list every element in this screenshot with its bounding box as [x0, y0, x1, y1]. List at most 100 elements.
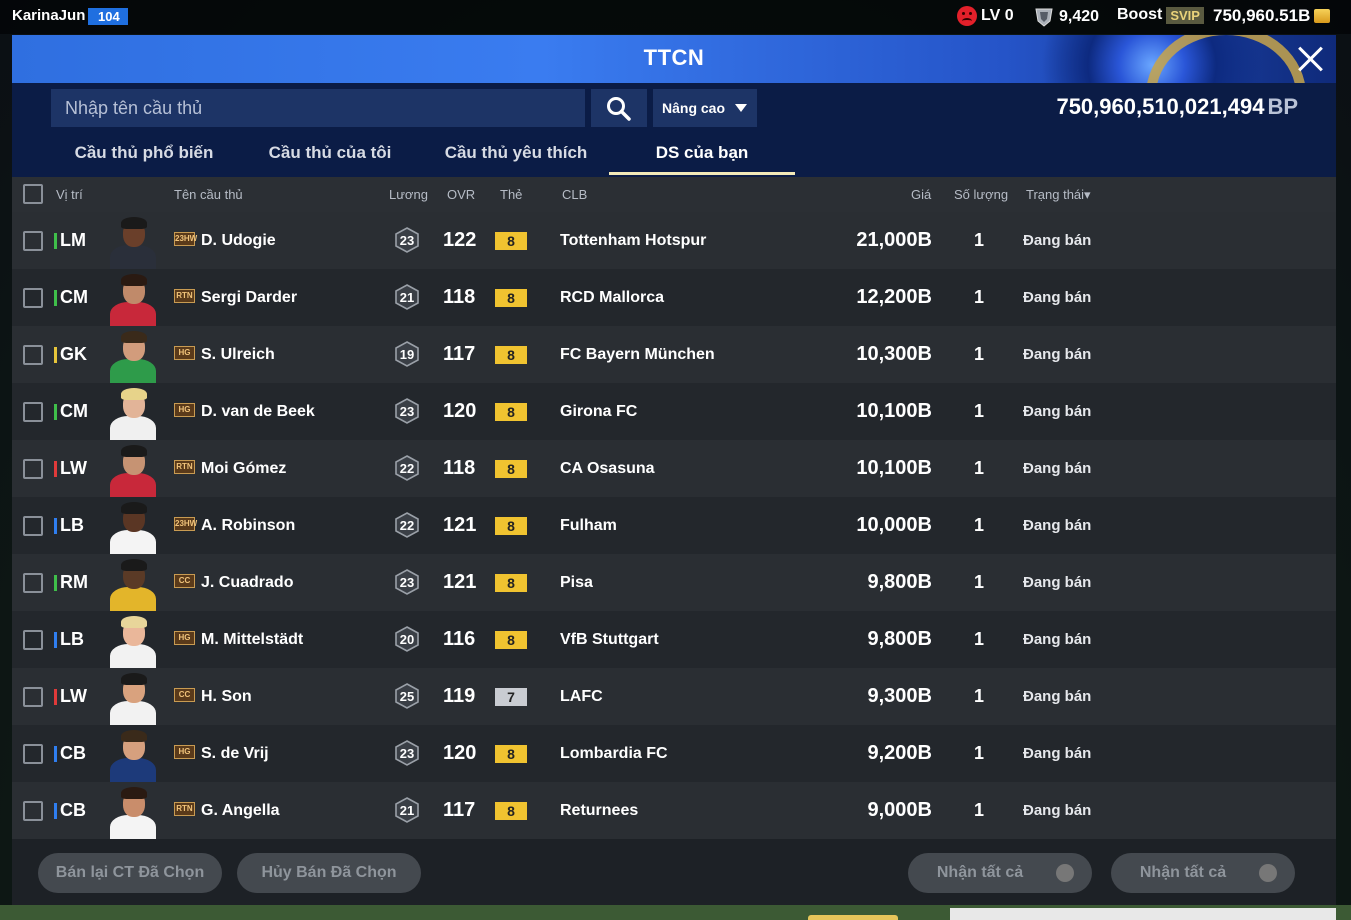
tab-popular-players[interactable]: Cầu thủ phổ biến	[54, 143, 234, 163]
salary-badge: 23	[394, 398, 420, 424]
price-value: 10,000B	[856, 514, 932, 536]
season-badge-icon: RTN	[174, 289, 195, 303]
col-status[interactable]: Trạng thái▾	[1026, 187, 1091, 203]
row-checkbox[interactable]	[23, 288, 43, 308]
player-name[interactable]: D. van de Beek	[201, 403, 315, 421]
search-button[interactable]	[591, 89, 647, 127]
trophy-stat[interactable]: 9,420	[1033, 6, 1099, 28]
table-row[interactable]: RM CC J. Cuadrado 23 121 8 Pisa 9,800B 1…	[12, 554, 1336, 611]
coin-stat[interactable]: 750,960.51B	[1213, 6, 1331, 26]
table-row[interactable]: LW CC H. Son 25 119 7 LAFC 9,300B 1 Đang…	[12, 668, 1336, 725]
player-name[interactable]: S. Ulreich	[201, 346, 275, 364]
position-color-bar	[54, 461, 57, 477]
table-row[interactable]: LB HG M. Mittelstädt 20 116 8 VfB Stuttg…	[12, 611, 1336, 668]
player-name[interactable]: H. Son	[201, 688, 252, 706]
row-checkbox[interactable]	[23, 459, 43, 479]
position-text: CB	[60, 743, 86, 763]
row-checkbox[interactable]	[23, 687, 43, 707]
ovr-value: 120	[443, 742, 477, 764]
lv-label: LV 0	[981, 7, 1014, 24]
price-value: 9,800B	[867, 628, 933, 650]
advanced-filter-dropdown[interactable]: Nâng cao	[653, 89, 757, 127]
background-footer	[0, 905, 1351, 920]
resell-selected-button[interactable]: Bán lại CT Đã Chọn	[38, 853, 222, 893]
upgrade-grade-badge: 8	[495, 745, 527, 763]
quantity-value: 1	[974, 401, 985, 421]
col-price[interactable]: Giá	[911, 187, 931, 202]
row-checkbox[interactable]	[23, 573, 43, 593]
col-quantity[interactable]: Số lượng	[954, 187, 1008, 202]
player-name[interactable]: J. Cuadrado	[201, 574, 293, 592]
col-name[interactable]: Tên cầu thủ	[174, 187, 243, 202]
row-checkbox[interactable]	[23, 231, 43, 251]
upgrade-grade-badge: 7	[495, 688, 527, 706]
close-button[interactable]	[1292, 41, 1328, 77]
salary-value: 20	[399, 632, 415, 647]
salary-badge: 21	[394, 284, 420, 310]
player-name[interactable]: D. Udogie	[201, 232, 276, 250]
table-row[interactable]: LW RTN Moi Gómez 22 118 8 CA Osasuna 10,…	[12, 440, 1336, 497]
position-text: LW	[60, 458, 87, 478]
position-text: CB	[60, 800, 86, 820]
table-row[interactable]: GK HG S. Ulreich 19 117 8 FC Bayern Münc…	[12, 326, 1336, 383]
player-avatar	[106, 500, 160, 554]
col-club[interactable]: CLB	[562, 187, 587, 202]
row-checkbox[interactable]	[23, 801, 43, 821]
position-color-bar	[54, 746, 57, 762]
player-name[interactable]: S. de Vrij	[201, 745, 269, 763]
row-checkbox[interactable]	[23, 516, 43, 536]
boost-stat[interactable]: Boost SVIP	[1117, 6, 1204, 24]
select-all-checkbox[interactable]	[23, 184, 43, 204]
cancel-selected-button[interactable]: Hủy Bán Đã Chọn	[237, 853, 421, 893]
player-name[interactable]: G. Angella	[201, 802, 280, 820]
player-avatar	[106, 671, 160, 725]
player-avatar	[106, 728, 160, 782]
status-text: Đang bán	[1023, 574, 1092, 591]
col-salary[interactable]: Lương	[389, 187, 428, 202]
player-name[interactable]: A. Robinson	[201, 517, 295, 535]
user-name[interactable]: KarinaJun	[12, 7, 85, 24]
table-row[interactable]: LM 23HW D. Udogie 23 122 8 Tottenham Hot…	[12, 212, 1336, 269]
tab-my-players[interactable]: Cầu thủ của tôi	[240, 143, 420, 163]
salary-value: 23	[399, 404, 415, 419]
table-row[interactable]: CM HG D. van de Beek 23 120 8 Girona FC …	[12, 383, 1336, 440]
claim-all-label: Nhận tất cả	[1139, 864, 1227, 881]
status-text: Đang bán	[1023, 403, 1092, 420]
ovr-value: 117	[443, 799, 476, 821]
ovr-value: 121	[443, 514, 477, 536]
tab-favorite-players[interactable]: Cầu thủ yêu thích	[426, 143, 606, 163]
row-checkbox[interactable]	[23, 744, 43, 764]
modal-title: TTCN	[643, 45, 705, 70]
row-checkbox[interactable]	[23, 402, 43, 422]
row-checkbox[interactable]	[23, 630, 43, 650]
position-color-bar	[54, 575, 57, 591]
quantity-value: 1	[974, 515, 985, 535]
position-label: CM	[54, 401, 88, 422]
player-name[interactable]: M. Mittelstädt	[201, 631, 303, 649]
table-row[interactable]: CB HG S. de Vrij 23 120 8 Lombardia FC 9…	[12, 725, 1336, 782]
col-position[interactable]: Vị trí	[56, 187, 83, 202]
player-name[interactable]: Sergi Darder	[201, 289, 297, 307]
claim-all-coins-button[interactable]: Nhận tất cả	[1111, 853, 1295, 893]
claim-all-players-button[interactable]: Nhận tất cả	[908, 853, 1092, 893]
search-input[interactable]	[51, 89, 585, 127]
season-badge-icon: HG	[174, 745, 195, 759]
price-value: 9,300B	[867, 685, 933, 707]
tab-your-list[interactable]: DS của bạn	[609, 143, 795, 163]
status-text: Đang bán	[1023, 802, 1092, 819]
col-grade[interactable]: Thẻ	[500, 187, 522, 202]
status-text: Đang bán	[1023, 346, 1092, 363]
table-row[interactable]: CM RTN Sergi Darder 21 118 8 RCD Mallorc…	[12, 269, 1336, 326]
quantity-value: 1	[974, 743, 985, 763]
table-row[interactable]: CB RTN G. Angella 21 117 8 Returnees 9,0…	[12, 782, 1336, 839]
row-checkbox[interactable]	[23, 345, 43, 365]
position-text: LB	[60, 515, 84, 535]
season-badge-icon: CC	[174, 688, 195, 702]
position-color-bar	[54, 347, 57, 363]
lv-stat[interactable]: LV 0	[957, 6, 1014, 26]
table-row[interactable]: LB 23HW A. Robinson 22 121 8 Fulham 10,0…	[12, 497, 1336, 554]
quantity-value: 1	[974, 458, 985, 478]
col-ovr[interactable]: OVR	[447, 187, 475, 202]
ovr-value: 120	[443, 400, 477, 422]
player-name[interactable]: Moi Gómez	[201, 460, 286, 478]
